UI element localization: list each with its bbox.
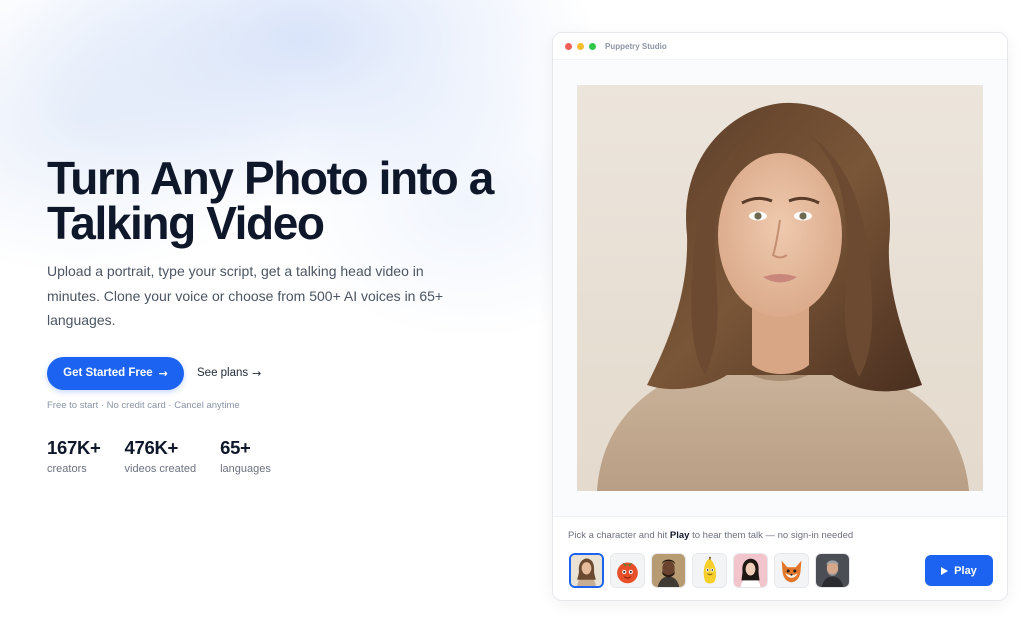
tomato-avatar-icon — [611, 554, 644, 587]
hero-title-line-2: Talking Video — [47, 197, 325, 249]
hero-subtitle: Upload a portrait, type your script, get… — [47, 263, 444, 328]
character-banana[interactable] — [692, 553, 727, 588]
picker-hint: Pick a character and hit Play to hear th… — [568, 530, 853, 541]
stat-value: 167K+ — [47, 436, 101, 458]
fox-avatar-icon — [775, 554, 808, 587]
close-dot-icon — [565, 42, 572, 50]
stat-value: 65+ — [220, 436, 251, 458]
studio-app-window: Puppetry Studio Pick a character and hit… — [552, 32, 1008, 601]
play-icon — [941, 566, 949, 575]
character-older-man[interactable] — [815, 553, 850, 588]
hero-title-line-1: Turn Any Photo into a — [47, 152, 494, 204]
arrow-right-icon: → — [252, 366, 262, 380]
stat-label: videos created — [124, 462, 197, 475]
woman-brunette-avatar-icon — [571, 555, 602, 586]
picker-hint-play: Play — [669, 530, 690, 541]
stat-value: 476K+ — [124, 436, 179, 458]
window-titlebar: Puppetry Studio — [553, 33, 1007, 60]
older-man-avatar-icon — [816, 554, 849, 587]
picker-hint-suffix: to hear them talk — no sign-in needed — [689, 530, 854, 541]
maximize-dot-icon — [589, 42, 596, 50]
cta-row: Get Started Free → See plans → — [47, 356, 527, 390]
hero-title: Turn Any Photo into a Talking Video — [47, 152, 527, 249]
fineprint: Free to start · No credit card · Cancel … — [47, 399, 240, 411]
portrait-illustration — [577, 85, 983, 491]
picker-hint-prefix: Pick a character and hit — [568, 530, 670, 541]
stats-row: 167K+ creators 476K+ videos created 65+ … — [47, 437, 527, 475]
get-started-button[interactable]: Get Started Free → — [47, 356, 184, 390]
play-button[interactable]: Play — [925, 555, 993, 586]
window-title: Puppetry Studio — [605, 41, 667, 51]
stat-label: languages — [220, 462, 271, 475]
banana-avatar-icon — [693, 554, 726, 587]
character-picker: Pick a character and hit Play to hear th… — [553, 516, 1007, 600]
preview-stage — [553, 61, 1007, 516]
stat-videos: 476K+ videos created — [125, 437, 197, 475]
woman-dark-hair-avatar-icon — [734, 554, 767, 587]
arrow-right-icon: → — [158, 366, 168, 380]
bearded-man-avatar-icon — [652, 554, 685, 587]
get-started-label: Get Started Free — [63, 367, 153, 379]
character-woman-dark-hair[interactable] — [733, 553, 768, 588]
character-tomato[interactable] — [610, 553, 645, 588]
play-label: Play — [954, 564, 977, 577]
character-fox[interactable] — [774, 553, 809, 588]
stat-label: creators — [47, 462, 87, 475]
character-list — [569, 553, 850, 588]
see-plans-link[interactable]: See plans → — [197, 367, 261, 380]
minimize-dot-icon — [577, 42, 584, 50]
stat-creators: 167K+ creators — [47, 437, 101, 475]
see-plans-label: See plans — [197, 367, 249, 379]
portrait-image — [577, 85, 983, 491]
hero-section: Turn Any Photo into a Talking Video Uplo… — [47, 152, 527, 475]
character-woman-brunette[interactable] — [569, 553, 604, 588]
character-bearded-man[interactable] — [651, 553, 686, 588]
stat-languages: 65+ languages — [220, 437, 271, 475]
